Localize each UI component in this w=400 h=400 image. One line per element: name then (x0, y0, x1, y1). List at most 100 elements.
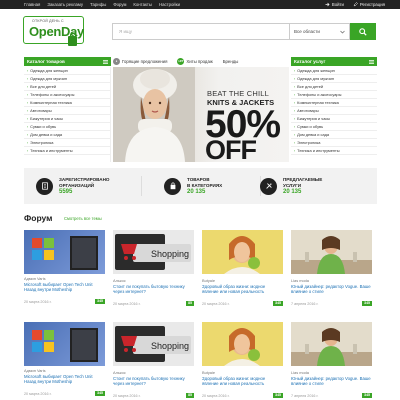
forum-card-title[interactable]: Юный дизайнер: редактор Vogue. Ваше влия… (291, 284, 372, 300)
forum-card-author: Butyaie (202, 370, 215, 375)
forum-all-topics-link[interactable]: Смотреть все темы (64, 216, 102, 221)
forum-card[interactable]: Butyaie Здоровый образ жизни: модное явл… (202, 230, 283, 306)
forum-card-title[interactable]: Microsoft выбирает Open Tech Unit Назад … (24, 374, 105, 390)
forum-card-count: 85 (186, 301, 194, 306)
forum-card-title[interactable]: Microsoft выбирает Open Tech Unit Назад … (24, 282, 105, 298)
register-link[interactable]: Регистрация (353, 2, 385, 7)
bullet-icon: › (294, 108, 296, 113)
tile-icon (32, 238, 42, 248)
catalog-goods-item[interactable]: › Одежда для мужчин (24, 75, 110, 83)
bullet-icon: › (294, 100, 296, 105)
catalog-services-item-label: Телефоны и аксессуары (297, 92, 342, 97)
catalog-goods-item[interactable]: › Компьютерная техника (24, 99, 110, 107)
catalog-goods-header[interactable]: Каталог товаров (24, 57, 111, 66)
tab-bestsellers-label: Хиты продаж (186, 58, 213, 64)
promo-banner[interactable]: BEAT THE CHILL KNITS & JACKETS 50% OFF (113, 67, 289, 162)
login-label: Войти (331, 2, 344, 7)
forum-card-footer: 20 марта 2016 г. 345 (24, 299, 105, 304)
top-nav-home[interactable]: Главная (24, 2, 40, 7)
bullet-icon: › (27, 76, 29, 81)
forum-card[interactable]: Shopping Алькос Стоит ли покупать бытову… (113, 230, 194, 306)
catalog-goods-item[interactable]: › Бижутерия и часы (24, 115, 110, 123)
forum-card[interactable]: Shopping Алькос Стоит ли покупать бытову… (113, 322, 194, 398)
bullet-icon: › (27, 68, 29, 73)
catalog-goods-item[interactable]: › Дом девка и сада (24, 131, 110, 139)
catalog-goods-item-label: Одежда для женщин (30, 68, 68, 73)
tab-bestsellers[interactable]: HIT Хиты продаж (177, 57, 213, 65)
bullet-icon: › (27, 132, 29, 137)
tab-hot-offers[interactable]: ● Горящие предложения (113, 57, 167, 65)
forum-card-title[interactable]: Стоит ли покупать бытовую технику через … (113, 284, 194, 300)
forum-card-author: Butyaie (202, 278, 215, 283)
pencil-icon (353, 2, 358, 7)
catalog-services-item[interactable]: › Телефоны и аксессуары (291, 91, 377, 99)
catalog-goods-item[interactable]: › Электроника (24, 139, 110, 147)
forum-card-title[interactable]: Стоит ли покупать бытовую технику через … (113, 376, 194, 392)
catalog-services-item-label: Электроника (297, 140, 321, 145)
stat-services-label-2: услуги (283, 182, 302, 188)
catalog-services-item[interactable]: › Дом девка и сада (291, 131, 377, 139)
catalog-services-header[interactable]: Каталог услуг (291, 57, 377, 66)
catalog-goods-item[interactable]: › Техника и инструменты (24, 147, 110, 155)
forum-card-title[interactable]: Здоровый образ жизни: модное явление или… (202, 284, 283, 300)
catalog-services-item[interactable]: › Техника и инструменты (291, 147, 377, 155)
catalog-goods-item[interactable]: › Телефоны и аксессуары (24, 91, 110, 99)
catalog-services-item[interactable]: › Одежда для женщин (291, 67, 377, 75)
bullet-icon: › (294, 92, 296, 97)
tile-icon (32, 250, 42, 260)
bullet-icon: › (294, 124, 296, 129)
forum-card-author: Админ Varis (24, 276, 46, 281)
catalog-goods-item-label: Телефоны и аксессуары (30, 92, 75, 97)
forum-card[interactable]: Админ Varis Microsoft выбирает Open Tech… (24, 230, 105, 304)
catalog-goods-item[interactable]: › Автотовары (24, 107, 110, 115)
top-nav-tariffs[interactable]: Тарифы (90, 2, 106, 7)
banner-model-image (113, 67, 195, 162)
login-link[interactable]: Войти (325, 2, 344, 7)
top-nav-advertise[interactable]: Заказать рекламу (47, 2, 83, 7)
forum-card[interactable]: Админ Varis Microsoft выбирает Open Tech… (24, 322, 105, 396)
catalog-services-item[interactable]: › Электроника (291, 139, 377, 147)
promo-tabs: ● Горящие предложения HIT Хиты продаж Бр… (113, 56, 248, 66)
catalog-services-item-label: Все для детей (297, 84, 324, 89)
catalog-services-item[interactable]: › Компьютерная техника (291, 99, 377, 107)
catalog-goods-item-label: Компьютерная техника (30, 100, 72, 105)
forum-card-title[interactable]: Здоровый образ жизни: модное явление или… (202, 376, 283, 392)
forum-card-footer: 20 марта 2016 г. 345 (24, 391, 105, 396)
region-select[interactable]: Все области (290, 23, 350, 40)
top-bar: Главная Заказать рекламу Тарифы Форум Ко… (0, 0, 400, 9)
catalog-services-item[interactable]: › Автотовары (291, 107, 377, 115)
catalog-goods-item-label: Дом девка и сада (30, 132, 63, 137)
top-nav-settings[interactable]: Настройки (159, 2, 180, 7)
forum-card[interactable]: Lias moda Юный дизайнер: редактор Vogue.… (291, 322, 372, 398)
catalog-services-title: Каталог услуг (294, 59, 326, 64)
catalog-services-item[interactable]: › Одежда для мужчин (291, 75, 377, 83)
top-nav-contacts[interactable]: Контакты (133, 2, 152, 7)
forum-card-date: 7 апреля 2016 г. (291, 301, 319, 306)
catalog-goods-item[interactable]: › Сумки и обувь (24, 123, 110, 131)
svg-text:Shopping: Shopping (151, 341, 189, 351)
forum-card-image (202, 322, 283, 366)
forum-card-title[interactable]: Юный дизайнер: редактор Vogue. Ваше влия… (291, 376, 372, 392)
search-button[interactable] (350, 23, 376, 40)
tab-brands[interactable]: Бренды (223, 59, 239, 64)
forum-card-image: Shopping (113, 322, 194, 366)
forum-card-date: 20 марта 2016 г. (24, 299, 52, 304)
catalog-goods-item[interactable]: › Одежда для женщин (24, 67, 110, 75)
login-icon (325, 2, 330, 7)
stat-organizations-label-1: Зарегистрировано (59, 177, 110, 182)
forum-card-image (291, 322, 372, 366)
catalog-goods-item[interactable]: › Все для детей (24, 83, 110, 91)
site-logo[interactable]: ОТКРОЙ ДЕНЬ С OpenDay (23, 16, 84, 46)
top-nav-forum[interactable]: Форум (113, 2, 126, 7)
top-nav: Главная Заказать рекламу Тарифы Форум Ко… (24, 0, 187, 9)
search-input[interactable] (112, 23, 290, 40)
forum-card-footer: 20 марта 2016 г. 85 (113, 301, 194, 306)
catalog-services-item[interactable]: › Все для детей (291, 83, 377, 91)
catalog-services-item[interactable]: › Сумки и обувь (291, 123, 377, 131)
bullet-icon: › (27, 124, 29, 129)
catalog-services-item[interactable]: › Бижутерия и часы (291, 115, 377, 123)
stat-services: Предлагаемые услуги 20 135 (260, 168, 322, 204)
forum-card[interactable]: Butyaie Здоровый образ жизни: модное явл… (202, 322, 283, 398)
bullet-icon: › (27, 100, 29, 105)
forum-card[interactable]: Lias moda Юный дизайнер: редактор Vogue.… (291, 230, 372, 306)
